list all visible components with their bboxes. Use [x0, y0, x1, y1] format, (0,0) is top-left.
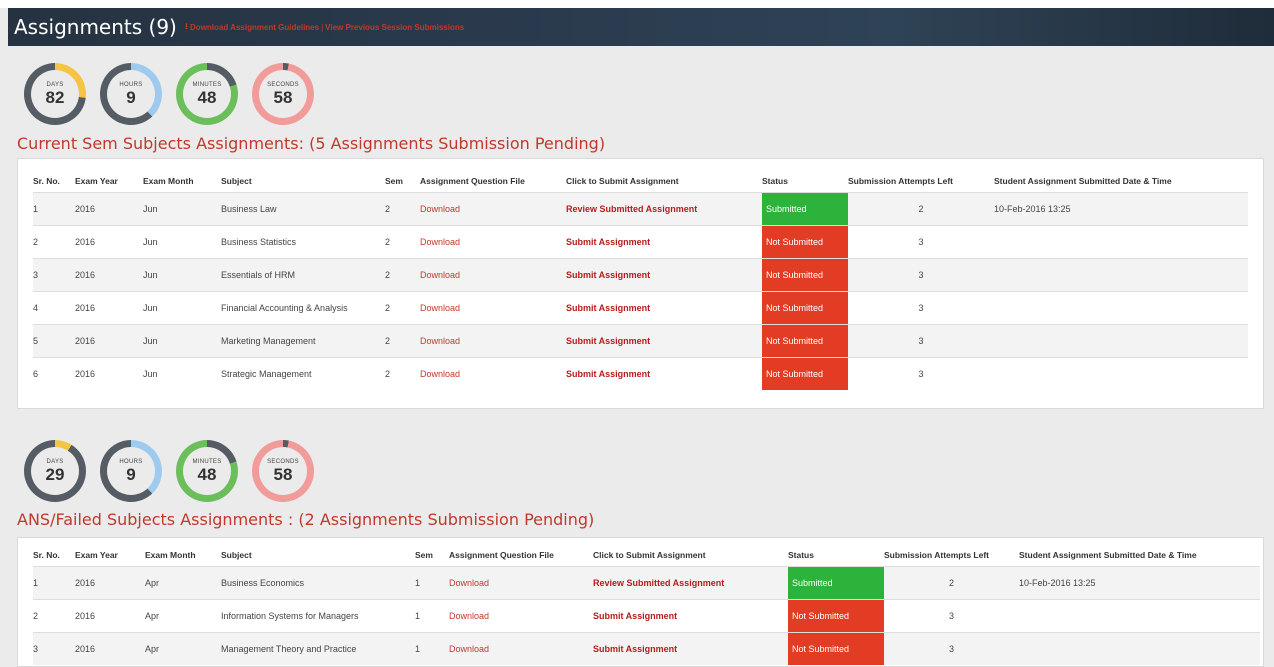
submit-assignment-link[interactable]: Submit Assignment: [566, 237, 650, 247]
table-row: 4 2016 Jun Financial Accounting & Analysis 2…: [33, 291, 1248, 325]
minutes-value: 48: [197, 87, 217, 107]
top-strip: [0, 0, 1274, 8]
days-value: 82: [45, 87, 65, 107]
timer-hours: HOURS 9: [100, 440, 162, 502]
timer-minutes: MINUTES 48: [176, 440, 238, 502]
download-link[interactable]: Download: [449, 644, 489, 654]
hours-value: 9: [126, 464, 136, 484]
review-submitted-link[interactable]: Review Submitted Assignment: [566, 204, 697, 214]
download-link[interactable]: Download: [420, 270, 460, 280]
download-guidelines-link[interactable]: Download Assignment Guidelines: [190, 23, 319, 32]
seconds-value: 58: [273, 464, 293, 484]
minutes-value: 48: [197, 464, 217, 484]
countdown-timer-current: DAYS 82 HOURS 9 MINUTES 48 SECONDS 58: [24, 63, 314, 125]
download-link[interactable]: Download: [420, 204, 460, 214]
current-section-title: Current Sem Subjects Assignments: (5 Ass…: [17, 134, 606, 153]
download-link[interactable]: Download: [420, 369, 460, 379]
table-row: 3 2016 Jun Essentials of HRM 2 Download Subm…: [33, 258, 1248, 292]
view-previous-submissions-link[interactable]: View Previous Session Submissions: [325, 23, 464, 32]
status-badge: Not Submitted: [762, 292, 848, 324]
status-badge: Not Submitted: [762, 226, 848, 258]
download-link[interactable]: Download: [449, 578, 489, 588]
failed-section-title: ANS/Failed Subjects Assignments : (2 Ass…: [17, 510, 595, 529]
status-badge: Not Submitted: [788, 600, 884, 632]
submit-assignment-link[interactable]: Submit Assignment: [566, 336, 650, 346]
table-row: 1 2016 Jun Business Law 2 Download Review Su…: [33, 192, 1248, 226]
status-badge: Not Submitted: [788, 633, 884, 665]
download-link[interactable]: Download: [420, 336, 460, 346]
submit-assignment-link[interactable]: Submit Assignment: [593, 611, 677, 621]
timer-seconds: SECONDS 58: [252, 63, 314, 125]
page-header: Assignments (9) ⭳ Download Assignment Gu…: [8, 8, 1274, 46]
download-link[interactable]: Download: [420, 237, 460, 247]
failed-assignments-panel: Sr. No. Exam Year Exam Month Subject Sem…: [17, 537, 1264, 667]
current-assignments-table: Sr. No. Exam Year Exam Month Subject Sem…: [33, 170, 1248, 390]
timer-seconds: SECONDS 58: [252, 440, 314, 502]
table-row: 2 2016 Jun Business Statistics 2 Download Su…: [33, 225, 1248, 259]
header-links: ⭳ Download Assignment Guidelines | View …: [185, 19, 464, 35]
status-badge: Submitted: [762, 193, 848, 225]
page-title: Assignments (9): [14, 15, 177, 39]
current-assignments-panel: Sr. No. Exam Year Exam Month Subject Sem…: [17, 158, 1264, 409]
link-separator: |: [321, 22, 324, 32]
submit-assignment-link[interactable]: Submit Assignment: [593, 644, 677, 654]
seconds-value: 58: [273, 87, 293, 107]
status-badge: Submitted: [788, 567, 884, 599]
submit-assignment-link[interactable]: Submit Assignment: [566, 270, 650, 280]
status-badge: Not Submitted: [762, 358, 848, 390]
review-submitted-link[interactable]: Review Submitted Assignment: [593, 578, 724, 588]
download-icon: ⭳: [184, 21, 189, 31]
status-badge: Not Submitted: [762, 259, 848, 291]
submit-assignment-link[interactable]: Submit Assignment: [566, 369, 650, 379]
failed-assignments-table: Sr. No. Exam Year Exam Month Subject Sem…: [33, 544, 1260, 665]
timer-days: DAYS 29: [24, 440, 86, 502]
table-row: 1 2016 Apr Business Economics 1 Download Rev…: [33, 566, 1260, 600]
timer-days: DAYS 82: [24, 63, 86, 125]
timer-minutes: MINUTES 48: [176, 63, 238, 125]
hours-value: 9: [126, 87, 136, 107]
submit-assignment-link[interactable]: Submit Assignment: [566, 303, 650, 313]
download-link[interactable]: Download: [420, 303, 460, 313]
days-value: 29: [45, 464, 65, 484]
table-row: 5 2016 Jun Marketing Management 2 Download S…: [33, 324, 1248, 358]
table-row: 6 2016 Jun Strategic Management 2 Download S…: [33, 357, 1248, 390]
timer-hours: HOURS 9: [100, 63, 162, 125]
status-badge: Not Submitted: [762, 325, 848, 357]
table-row: 2 2016 Apr Information Systems for Managers…: [33, 599, 1260, 633]
table-row: 3 2016 Apr Management Theory and Practice 1 …: [33, 632, 1260, 665]
countdown-timer-failed: DAYS 29 HOURS 9 MINUTES 48 SECONDS 58: [24, 440, 314, 502]
download-link[interactable]: Download: [449, 611, 489, 621]
